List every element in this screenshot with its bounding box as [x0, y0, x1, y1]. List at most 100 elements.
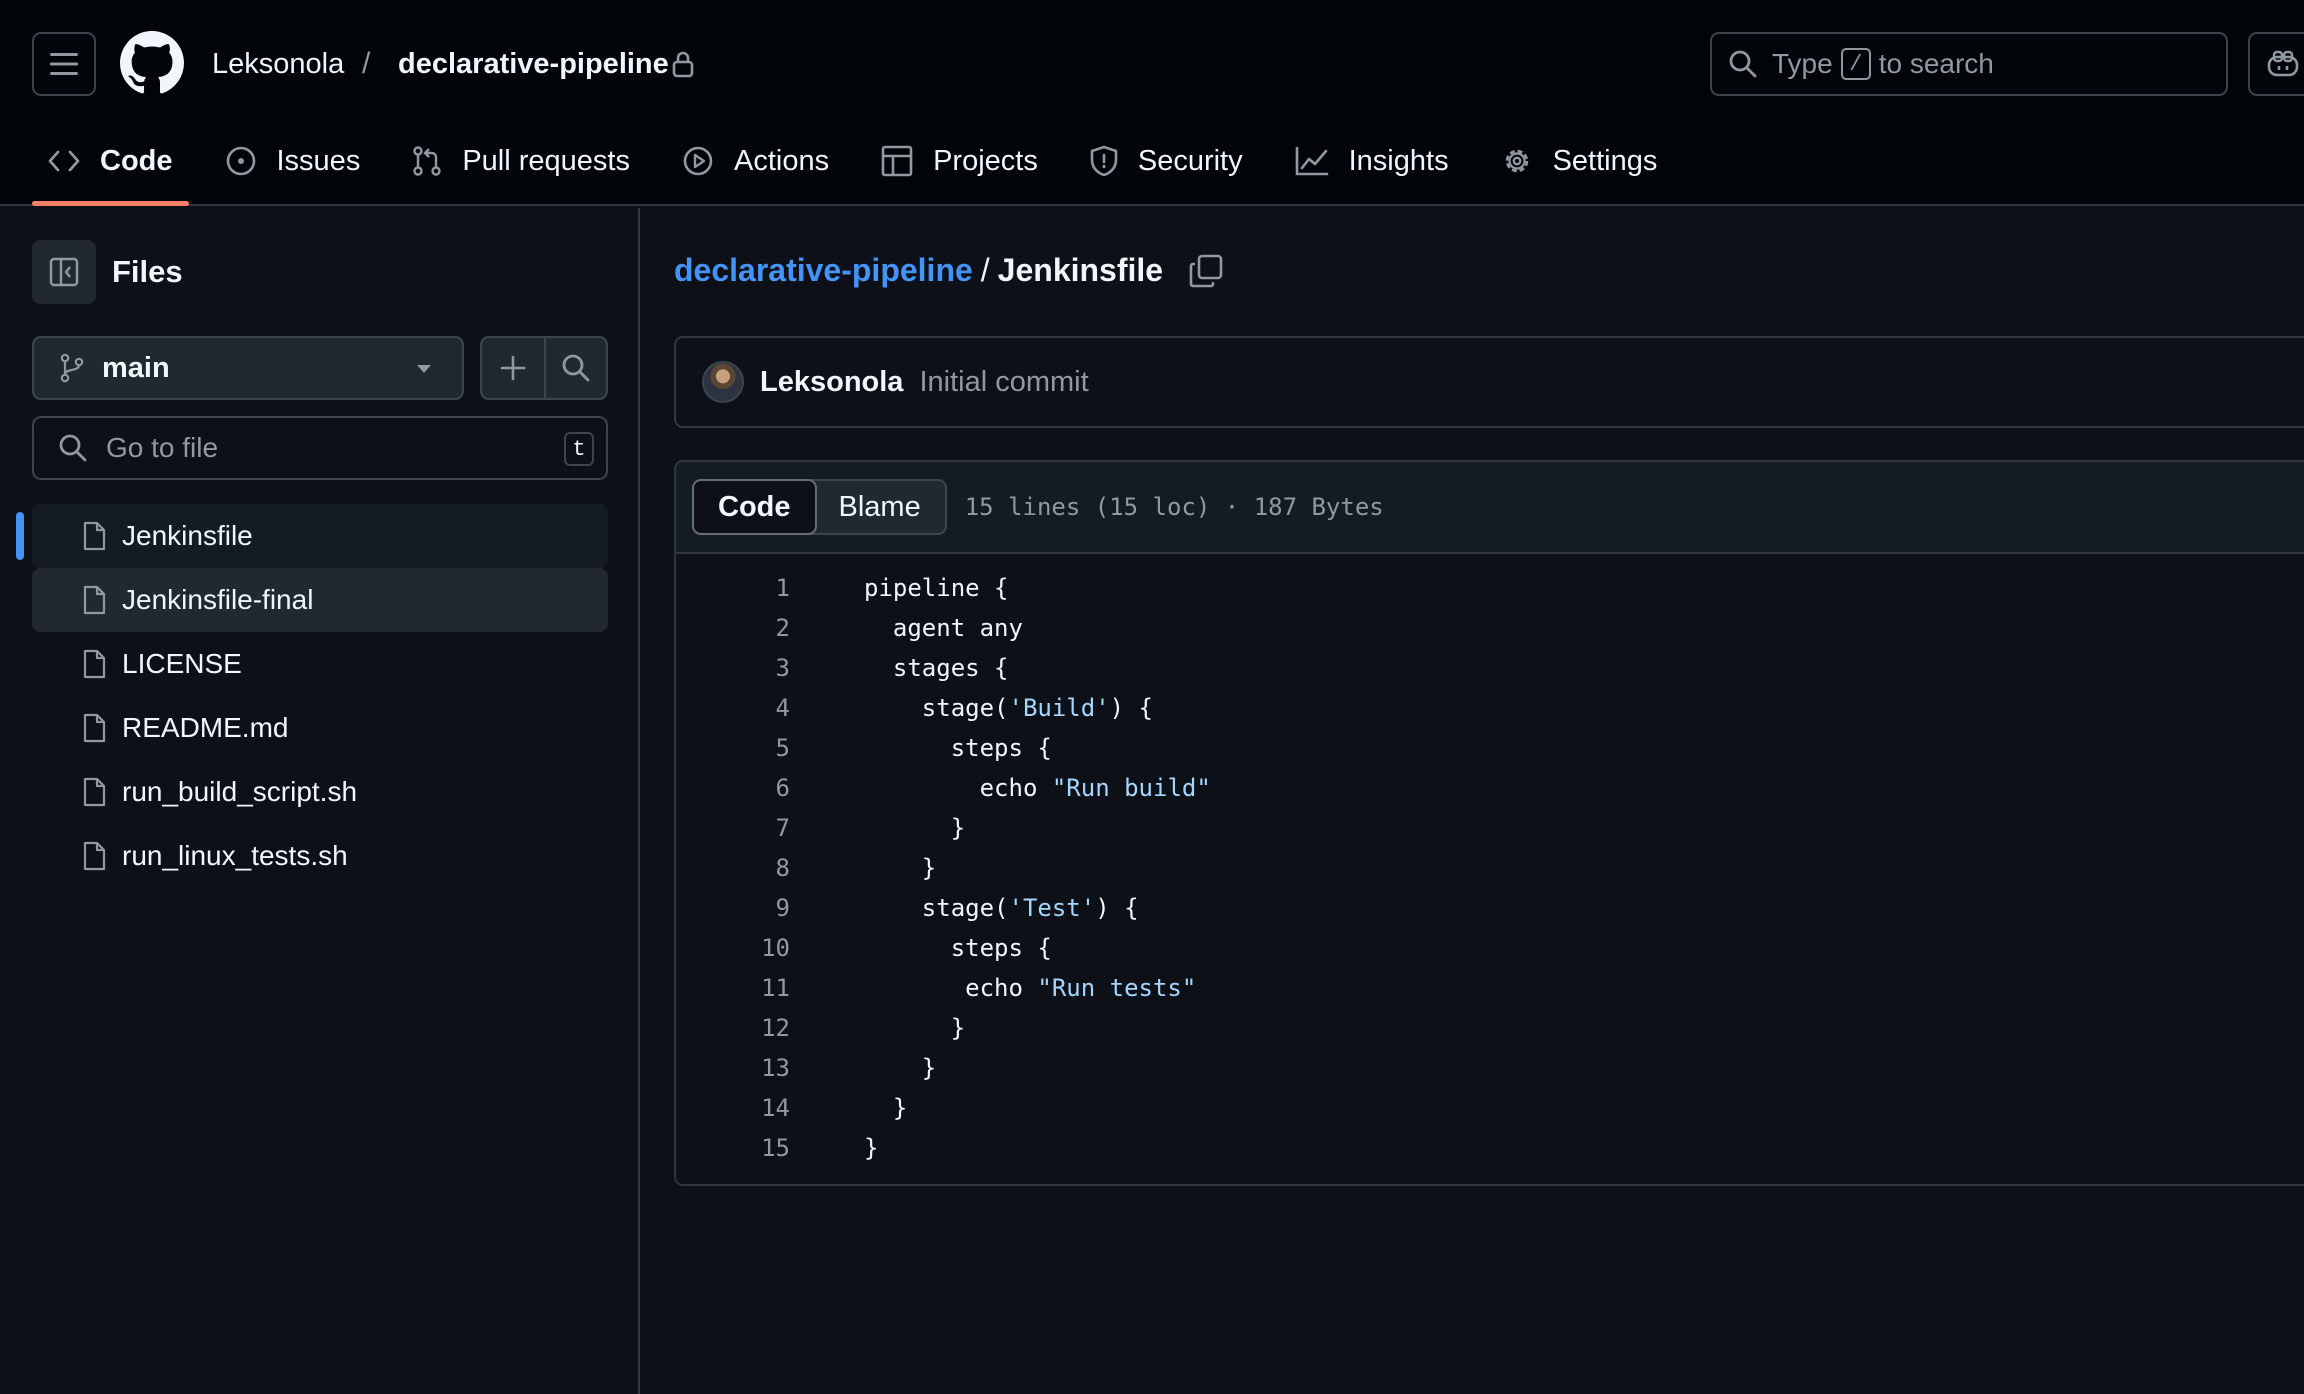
- line-number[interactable]: 4: [676, 694, 790, 722]
- repo-name-link[interactable]: declarative-pipeline: [398, 44, 669, 84]
- file-icon: [83, 649, 106, 679]
- tab-issues[interactable]: Issues: [209, 130, 377, 192]
- breadcrumb-repo-link[interactable]: declarative-pipeline: [674, 252, 973, 289]
- add-file-button[interactable]: [482, 338, 544, 398]
- repo-owner-link[interactable]: Leksonola: [212, 44, 344, 84]
- file-icon: [83, 585, 106, 615]
- code-line: 3 stages {: [676, 648, 2304, 688]
- line-number[interactable]: 9: [676, 894, 790, 922]
- line-number[interactable]: 15: [676, 1134, 790, 1162]
- file-item-run-linux-tests[interactable]: run_linux_tests.sh: [32, 824, 608, 888]
- line-number[interactable]: 2: [676, 614, 790, 642]
- file-name: run_linux_tests.sh: [122, 840, 348, 871]
- line-content: }: [864, 854, 937, 882]
- line-number[interactable]: 3: [676, 654, 790, 682]
- line-content: echo "Run tests": [864, 974, 1197, 1002]
- line-content: stage('Build') {: [864, 694, 1154, 722]
- blame-view-button[interactable]: Blame: [815, 481, 945, 533]
- file-icon: [83, 521, 106, 551]
- tab-insights[interactable]: Insights: [1279, 130, 1465, 192]
- branch-selector-button[interactable]: main: [32, 336, 464, 400]
- file-name: run_build_script.sh: [122, 776, 358, 807]
- git-pull-request-icon: [413, 146, 442, 176]
- line-number[interactable]: 14: [676, 1094, 790, 1122]
- line-number[interactable]: 12: [676, 1014, 790, 1042]
- code-view-button[interactable]: Code: [692, 479, 817, 535]
- shield-icon: [1090, 145, 1118, 177]
- file-item-jenkinsfile-final[interactable]: Jenkinsfile-final: [32, 568, 608, 632]
- go-to-file-input[interactable]: Go to file t: [32, 416, 608, 480]
- code-line: 15}: [676, 1128, 2304, 1168]
- go-to-file-placeholder: Go to file: [106, 432, 219, 463]
- line-content: pipeline {: [864, 574, 1009, 602]
- file-name: Jenkinsfile: [122, 520, 253, 551]
- github-logo-icon[interactable]: [120, 31, 184, 95]
- copilot-button[interactable]: [2248, 32, 2304, 96]
- tab-code-label: Code: [100, 144, 173, 177]
- tab-settings[interactable]: Settings: [1485, 130, 1674, 192]
- tab-security-label: Security: [1137, 144, 1243, 177]
- line-number[interactable]: 5: [676, 734, 790, 762]
- latest-commit-box: Leksonola Initial commit: [674, 336, 2304, 428]
- line-content: agent any: [864, 614, 1023, 642]
- file-item-run-build-script[interactable]: run_build_script.sh: [32, 760, 608, 824]
- search-files-button[interactable]: [543, 338, 606, 398]
- line-content: }: [864, 814, 966, 842]
- line-number[interactable]: 1: [676, 574, 790, 602]
- file-name: Jenkinsfile-final: [122, 584, 314, 615]
- file-tree-sidebar: Files main Go to file t Jenkinsfile Jenk…: [0, 208, 640, 1394]
- code-toolbar: Code Blame 15 lines (15 loc) · 187 Bytes: [676, 462, 2304, 554]
- breadcrumb-file-name: Jenkinsfile: [997, 252, 1164, 288]
- tab-actions[interactable]: Actions: [666, 130, 845, 192]
- breadcrumb-separator: /: [980, 252, 990, 288]
- line-content: stage('Test') {: [864, 894, 1139, 922]
- copilot-icon: [2267, 50, 2299, 77]
- code-line: 11 echo "Run tests": [676, 968, 2304, 1008]
- line-content: stages {: [864, 654, 1009, 682]
- code-line: 10 steps {: [676, 928, 2304, 968]
- commit-message[interactable]: Initial commit: [919, 366, 1088, 399]
- file-item-readme[interactable]: README.md: [32, 696, 608, 760]
- code-viewer: Code Blame 15 lines (15 loc) · 187 Bytes…: [674, 460, 2304, 1186]
- copy-icon[interactable]: [1189, 254, 1223, 288]
- gear-icon: [1505, 149, 1528, 173]
- code-line: 13 }: [676, 1048, 2304, 1088]
- code-body: 1 pipeline { 2 agent any 3 stages { 4 stage(…: [676, 554, 2304, 1168]
- code-line: 6 echo "Run build": [676, 768, 2304, 808]
- global-search-input[interactable]: Type / to search: [1710, 32, 2228, 96]
- code-icon: [48, 150, 80, 172]
- search-placeholder-suffix: to search: [1878, 48, 1994, 79]
- line-number[interactable]: 13: [676, 1054, 790, 1082]
- tab-security[interactable]: Security: [1074, 130, 1259, 192]
- line-number[interactable]: 11: [676, 974, 790, 1002]
- file-actions-group: [480, 336, 608, 400]
- file-icon: [83, 841, 106, 871]
- line-number[interactable]: 6: [676, 774, 790, 802]
- line-number[interactable]: 7: [676, 814, 790, 842]
- commit-author[interactable]: Leksonola: [760, 366, 903, 399]
- tab-pull-requests[interactable]: Pull requests: [396, 130, 646, 192]
- file-item-license[interactable]: LICENSE: [32, 632, 608, 696]
- tab-pull-requests-label: Pull requests: [462, 144, 630, 177]
- line-content: steps {: [864, 734, 1052, 762]
- repo-nav-tabs: Code Issues Pull requests Actions Projec…: [32, 130, 1693, 206]
- breadcrumb-separator: /: [362, 47, 371, 80]
- file-name: README.md: [122, 712, 289, 743]
- file-item-jenkinsfile[interactable]: Jenkinsfile: [32, 504, 608, 568]
- line-number[interactable]: 10: [676, 934, 790, 962]
- file-breadcrumb: declarative-pipeline / Jenkinsfile: [674, 252, 1223, 289]
- avatar[interactable]: [702, 361, 744, 403]
- view-mode-toggle: Code Blame: [692, 479, 947, 535]
- search-placeholder-prefix: Type: [1772, 48, 1833, 79]
- hamburger-menu-button[interactable]: [32, 32, 96, 96]
- string-literal: 'Build': [1008, 694, 1110, 722]
- tab-code[interactable]: Code: [32, 130, 189, 206]
- tab-actions-label: Actions: [733, 144, 830, 177]
- line-number[interactable]: 8: [676, 854, 790, 882]
- code-line: 8 }: [676, 848, 2304, 888]
- repo-header: Leksonola / declarative-pipeline Type / …: [0, 0, 2304, 206]
- collapse-sidebar-button[interactable]: [32, 240, 96, 304]
- code-line: 12 }: [676, 1008, 2304, 1048]
- tab-settings-label: Settings: [1552, 144, 1658, 177]
- tab-projects[interactable]: Projects: [865, 130, 1054, 192]
